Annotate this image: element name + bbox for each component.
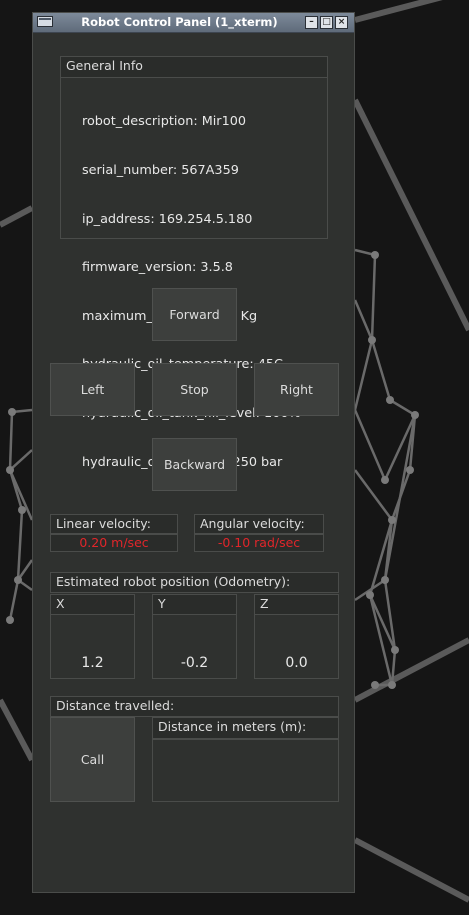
y-label: Y [152,594,237,615]
distance-travelled-label: Distance travelled: [50,696,339,717]
info-line: ip_address: 169.254.5.180 [82,211,253,227]
window-menu-icon[interactable] [37,16,53,27]
y-value: -0.2 [180,655,209,671]
forward-button[interactable]: Forward [152,288,237,341]
backward-button[interactable]: Backward [152,438,237,491]
window-title: Robot Control Panel (1_xterm) [81,15,278,29]
distance-meters-value [152,739,339,802]
robot-control-panel-window: Robot Control Panel (1_xterm) – □ × Gene… [32,12,355,893]
z-label: Z [254,594,339,615]
distance-meters-label: Distance in meters (m): [152,717,339,739]
close-icon[interactable]: × [335,16,348,29]
info-line: serial_number: 567A359 [82,163,239,179]
call-button[interactable]: Call [50,717,135,802]
minimize-icon[interactable]: – [305,16,318,29]
right-button[interactable]: Right [254,363,339,416]
info-line: robot_description: Mir100 [82,114,246,130]
z-value: 0.0 [285,655,308,671]
title-bar[interactable]: Robot Control Panel (1_xterm) – □ × [33,13,354,33]
angular-velocity-value: -0.10 rad/sec [194,534,324,552]
left-button[interactable]: Left [50,363,135,416]
odometry-label: Estimated robot position (Odometry): [50,572,339,593]
stop-button[interactable]: Stop [152,363,237,416]
info-line: firmware_version: 3.5.8 [82,260,233,276]
linear-velocity-value: 0.20 m/sec [50,534,178,552]
maximize-icon[interactable]: □ [320,16,333,29]
angular-velocity-label: Angular velocity: [194,514,324,534]
linear-velocity-label: Linear velocity: [50,514,178,534]
x-label: X [50,594,135,615]
x-value: 1.2 [81,655,104,671]
general-info-label: General Info [60,56,328,78]
